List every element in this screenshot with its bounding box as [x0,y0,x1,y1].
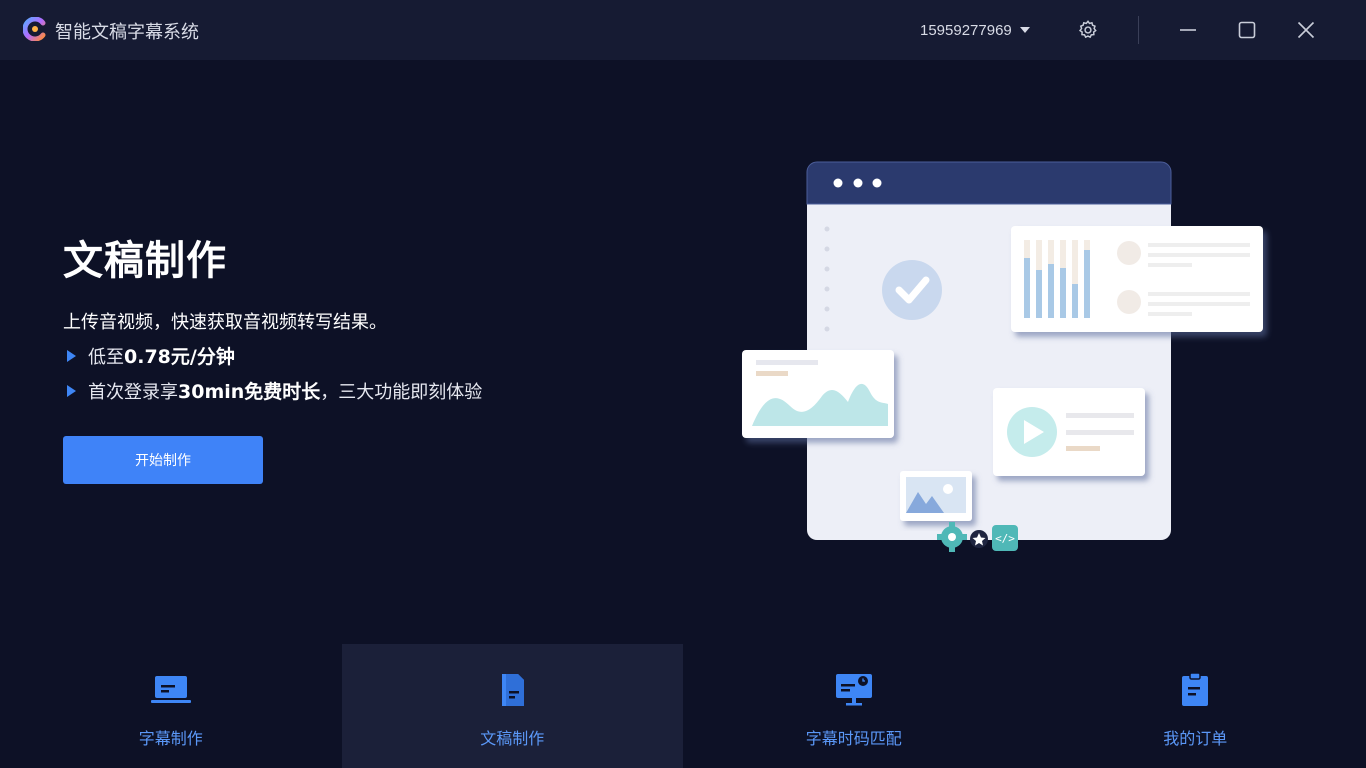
titlebar-divider [1138,16,1139,44]
account-dropdown[interactable]: 15959277969 [920,20,1030,40]
chevron-down-icon [1019,27,1030,33]
code-badge-icon: </> [992,525,1018,551]
price-bullet-prefix: 低至 [88,346,124,368]
browser-window [807,162,1171,540]
nav-item-my-orders[interactable]: 我的订单 [1025,644,1366,768]
maximize-icon [1238,21,1256,39]
bar-chart-card [1011,226,1263,332]
start-button[interactable]: 开始制作 [63,436,263,484]
price-bullet: 低至 0.78元/分钟 [67,342,235,369]
nav-item-document-making[interactable]: 文稿制作 [341,644,683,768]
bottom-nav: 字幕制作 文稿制作 字幕时码匹配 我的订单 [0,644,1366,768]
nav-label: 文稿制作 [480,729,545,748]
close-icon [1297,21,1315,39]
triangle-bullet-icon [67,384,76,397]
nav-item-subtitle-making[interactable]: 字幕制作 [0,644,342,768]
nav-label: 我的订单 [1163,729,1228,748]
image-card [900,471,972,521]
minimize-icon [1180,29,1196,31]
svg-text:</>: </> [995,532,1015,545]
app-logo-icon [23,17,46,41]
close-button[interactable] [1291,15,1321,45]
free-trial-emphasis: 30min免费时长 [178,381,321,403]
free-trial-suffix: ，三大功能即刻体验 [320,381,483,403]
nav-label: 字幕时码匹配 [805,729,902,748]
gear-icon [1078,20,1097,39]
star-badge-icon [970,530,988,548]
play-icon [1007,407,1057,457]
clipboard-icon [1182,672,1209,706]
account-phone: 15959277969 [920,21,1012,39]
price-bullet-emphasis: 0.78元/分钟 [124,346,235,368]
nav-item-timecode-match[interactable]: 字幕时码匹配 [683,644,1025,768]
maximize-button[interactable] [1232,15,1262,45]
nav-label: 字幕制作 [138,729,203,748]
hero-description: 上传音视频，快速获取音视频转写结果。 [63,312,387,333]
settings-button[interactable] [1073,15,1103,45]
triangle-bullet-icon [67,349,76,362]
laptop-icon [150,676,191,703]
area-chart-card [742,350,894,438]
check-circle-icon [882,260,942,320]
free-trial-bullet: 首次登录享 30min免费时长 ，三大功能即刻体验 [67,377,482,404]
app-title: 智能文稿字幕系统 [55,22,199,43]
document-icon [502,674,525,706]
minimize-button[interactable] [1173,15,1203,45]
page-title: 文稿制作 [63,238,227,284]
gear-badge-icon [937,522,967,552]
video-card [993,388,1145,476]
free-trial-prefix: 首次登录享 [88,381,178,403]
title-bar: 智能文稿字幕系统 15959277969 [0,0,1366,60]
monitor-clock-icon [835,674,872,706]
